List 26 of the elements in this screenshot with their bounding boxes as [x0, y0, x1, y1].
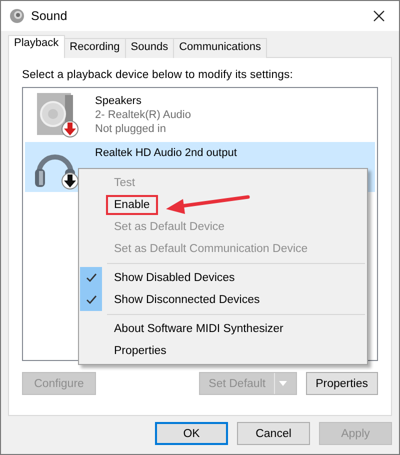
tab[interactable]: Playback	[8, 35, 65, 58]
tab[interactable]: Communications	[173, 38, 268, 58]
window-title: Sound	[31, 9, 68, 23]
menu-item[interactable]: Properties	[79, 340, 367, 362]
menu-item[interactable]: Show Disconnected Devices	[79, 289, 367, 311]
instruction-text: Select a playback device below to modify its settings:	[22, 69, 294, 81]
checkmark-icon	[86, 273, 96, 283]
device-detail: Not plugged in	[95, 122, 167, 136]
device-detail: 2- Realtek(R) Audio	[95, 108, 191, 122]
menu-item[interactable]: Enable	[79, 194, 367, 216]
close-icon	[373, 10, 385, 22]
device-name: Speakers	[95, 94, 142, 108]
dropdown-icon	[278, 381, 287, 386]
button[interactable]: OK	[155, 422, 228, 445]
tab[interactable]: Sounds	[124, 38, 174, 58]
device-row[interactable]: Speakers 2- Realtek(R) Audio Not plugged in	[25, 90, 375, 140]
button[interactable]: Cancel	[237, 422, 310, 445]
down-arrow-icon	[61, 120, 79, 138]
down-arrow-icon	[61, 172, 79, 190]
button[interactable]: Properties	[306, 372, 378, 395]
speaker-icon	[9, 8, 25, 24]
menu-item[interactable]: About Software MIDI Synthesizer	[79, 318, 367, 340]
device-name: Realtek HD Audio 2nd output	[95, 146, 237, 160]
tab[interactable]: Recording	[64, 38, 126, 58]
checkmark-icon	[86, 295, 96, 305]
menu-item[interactable]: Show Disabled Devices	[79, 267, 367, 289]
